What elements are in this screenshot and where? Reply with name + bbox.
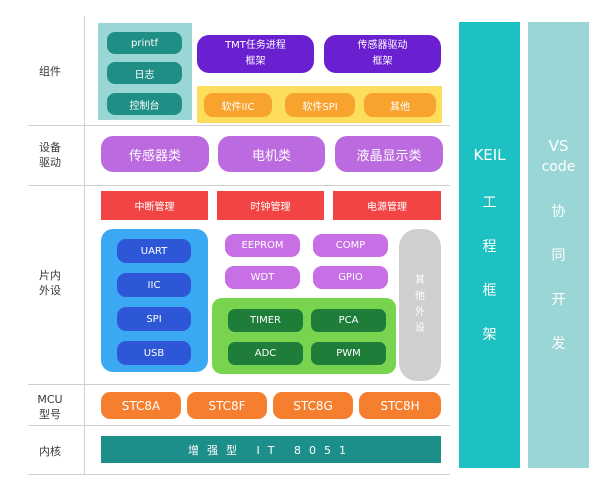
tmt-framework-box: TMT任务进程 框架 [197,35,314,73]
sensor-framework-line2: 框架 [372,56,393,67]
timer-item: TIMER [228,309,303,332]
vscode-column: VS code 协 同 开 发 [528,22,589,468]
adc-item: ADC [228,342,303,365]
vs-label: VS [548,137,569,155]
row-label-drivers-line2: 驱动 [39,156,61,169]
row-label-peripherals: 片内 外设 [28,268,72,298]
keil-char-1: 工 [482,195,497,211]
row-label-peripherals-line2: 外设 [39,284,61,297]
row-label-peripherals-line1: 片内 [39,269,61,282]
uart-item: UART [117,239,191,263]
eeprom-item: EEPROM [225,234,300,257]
usb-item: USB [117,341,191,365]
software-iic-item: 软件IIC [204,93,272,117]
sensor-driver-framework-box: 传感器驱动 框架 [324,35,441,73]
row-divider-1 [28,125,450,126]
other-peripherals-box: 其 他 外 设 [399,229,441,381]
driver-motor: 电机类 [218,136,325,172]
keil-char-3: 框 [482,283,497,299]
row-divider-3 [28,384,450,385]
pca-item: PCA [311,309,386,332]
spi-item: SPI [117,307,191,331]
row-divider-4 [28,425,450,426]
column-divider [84,16,85,474]
other-char-3: 外 [415,307,425,318]
sensor-framework-line1: 传感器驱动 [357,40,408,51]
vscode-char-3: 开 [551,292,566,308]
keil-char-2: 程 [482,239,497,255]
power-manager: 电源管理 [333,191,441,220]
vscode-char-4: 发 [551,336,566,352]
row-label-core: 内核 [39,445,61,458]
interrupt-manager: 中断管理 [101,191,208,220]
mcu-stc8f: STC8F [187,392,267,419]
row-divider-5 [28,474,450,475]
keil-label: KEIL [473,146,506,164]
core-8051-bar: 增强型 IT 8051 [101,436,441,463]
wdt-item: WDT [225,266,300,289]
row-label-drivers: 设备 驱动 [28,140,72,170]
software-spi-item: 软件SPI [285,93,355,117]
other-software-item: 其他 [364,93,436,117]
keil-char-4: 架 [482,327,497,343]
vscode-char-1: 协 [551,204,566,220]
tmt-framework-line2: 框架 [245,56,266,67]
row-label-components: 组件 [39,65,61,78]
clock-manager: 时钟管理 [217,191,324,220]
mcu-stc8a: STC8A [101,392,181,419]
row-label-mcu: MCU 型号 [28,392,72,422]
iic-item: IIC [117,273,191,297]
keil-framework-column: KEIL 工 程 框 架 [459,22,520,468]
other-char-2: 他 [415,291,425,302]
row-label-mcu-line2: 型号 [39,408,61,421]
row-label-mcu-line1: MCU [37,393,63,406]
code-label: code [541,159,576,175]
driver-sensor: 传感器类 [101,136,209,172]
tmt-framework-line1: TMT任务进程 [225,40,286,51]
gpio-item: GPIO [313,266,388,289]
mcu-stc8h: STC8H [359,392,441,419]
other-char-1: 其 [415,275,425,286]
driver-lcd: 液晶显示类 [335,136,443,172]
mcu-stc8g: STC8G [273,392,353,419]
pwm-item: PWM [311,342,386,365]
comp-item: COMP [313,234,388,257]
log-item: 日志 [107,62,182,84]
printf-item: printf [107,32,182,54]
row-label-drivers-line1: 设备 [39,141,61,154]
vscode-char-2: 同 [551,248,566,264]
row-divider-2 [28,185,450,186]
console-item: 控制台 [107,93,182,115]
other-char-4: 设 [415,323,425,334]
